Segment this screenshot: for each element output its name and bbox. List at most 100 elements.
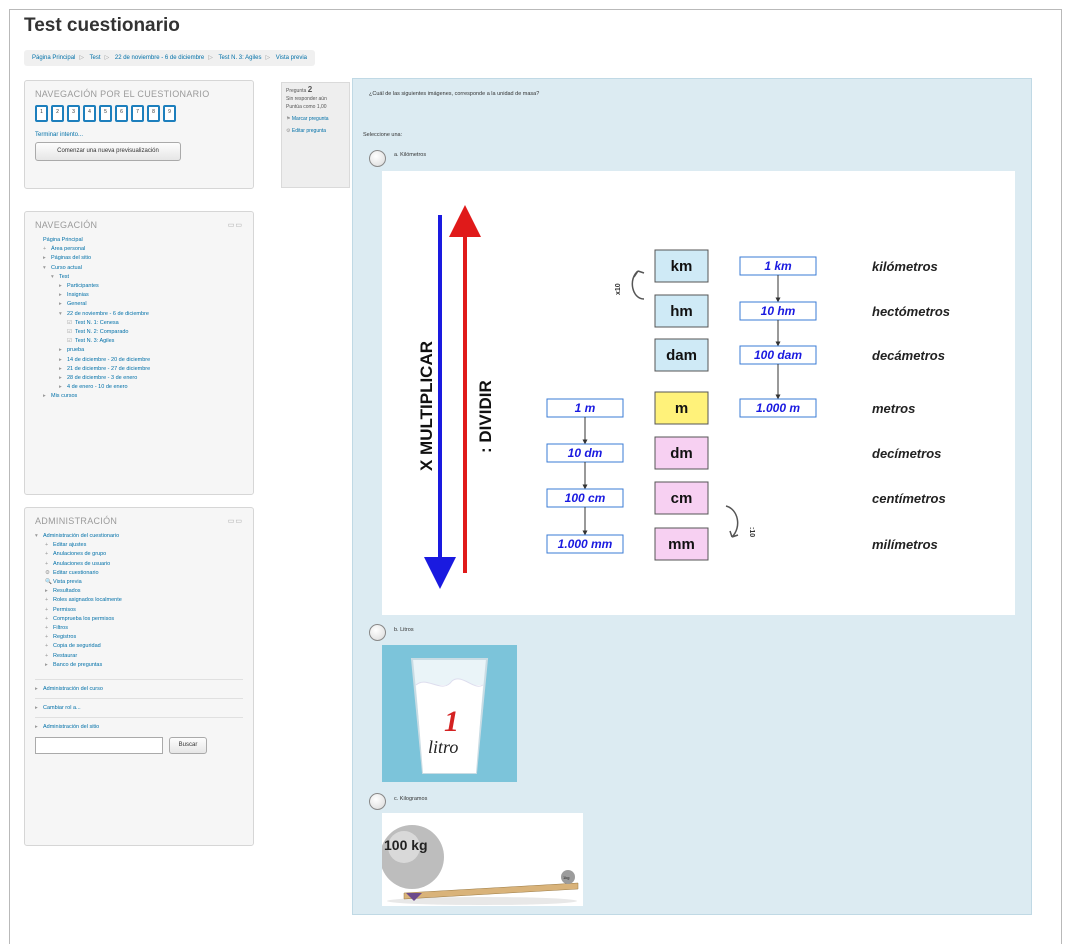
nav-item-label[interactable]: Test [59,274,69,280]
finish-attempt-link[interactable]: Terminar intento... [35,132,83,138]
nav-item[interactable]: ▸ Insignias [35,291,243,300]
admin-item-label[interactable]: Comprueba los permisos [53,616,114,622]
nav-item[interactable]: ▸ Mis cursos [35,392,243,401]
nav-item-label[interactable]: prueba [67,347,84,353]
admin-extra-label[interactable]: Administración del curso [43,686,103,692]
admin-item-label[interactable]: Registros [53,634,76,640]
breadcrumb-section[interactable]: 22 de noviembre - 6 de diciembre [115,55,204,61]
option-b-radio[interactable] [369,624,386,641]
question-button-5[interactable]: 5 [99,105,112,122]
admin-item[interactable]: + Filtros [35,624,243,633]
question-button-1[interactable]: 1 [35,105,48,122]
block-controls-icon[interactable]: ▭▭ [228,517,243,525]
admin-item-label[interactable]: Restaurar [53,653,77,659]
admin-search-input[interactable] [35,737,163,755]
admin-item[interactable]: + Restaurar [35,652,243,661]
admin-item-label[interactable]: Administración del cuestionario [43,533,119,539]
question-button-8[interactable]: 8 [147,105,160,122]
admin-item-label[interactable]: Banco de preguntas [53,662,102,668]
option-a-radio[interactable] [369,150,386,167]
admin-item[interactable]: ▸ Banco de preguntas [35,661,243,670]
breadcrumb-preview[interactable]: Vista previa [276,55,307,61]
admin-item[interactable]: + Roles asignados localmente [35,596,243,605]
admin-item[interactable]: + Editar ajustes [35,541,243,550]
nav-item[interactable]: ▸ Participantes [35,282,243,291]
admin-item-label[interactable]: Vista previa [53,579,82,585]
option-c-radio[interactable] [369,793,386,810]
nav-item-label[interactable]: General [67,301,87,307]
admin-item[interactable]: + Anulaciones de usuario [35,560,243,569]
admin-item[interactable]: 🔍Vista previa [35,578,243,587]
nav-item-label[interactable]: Test N. 2: Comparado [75,329,129,335]
question-button-2[interactable]: 2 [51,105,64,122]
nav-item-label[interactable]: 21 de diciembre - 27 de diciembre [67,366,150,372]
nav-item[interactable]: ▾ 22 de noviembre - 6 de diciembre [35,310,243,319]
nav-item-label[interactable]: Insignias [67,292,89,298]
admin-search-button[interactable]: Buscar [169,737,207,755]
admin-item-label[interactable]: Resultados [53,588,81,594]
edit-question-link[interactable]: Editar pregunta [292,128,326,134]
admin-extra-item[interactable]: ▸ Administración del sitio [35,721,243,733]
admin-item[interactable]: + Permisos [35,606,243,615]
admin-extra-label[interactable]: Administración del sitio [43,724,99,730]
nav-item[interactable]: + Área personal [35,245,243,254]
flag-question-link[interactable]: Marcar pregunta [292,116,329,122]
admin-extra-label[interactable]: Cambiar rol a... [43,705,81,711]
nav-item[interactable]: ▸ 28 de diciembre - 3 de enero [35,374,243,383]
nav-item-label[interactable]: Test N. 3: Agiles [75,338,114,344]
nav-item-label[interactable]: Páginas del sitio [51,255,91,261]
option-b-label[interactable]: b. Litros [394,627,414,633]
option-a-label[interactable]: a. Kilómetros [394,152,426,158]
nav-item[interactable]: ▸ Páginas del sitio [35,254,243,263]
question-button-3[interactable]: 3 [67,105,80,122]
new-preview-button[interactable]: Comenzar una nueva previsualización [35,142,181,161]
nav-item-label[interactable]: Página Principal [43,237,83,243]
admin-item[interactable]: ▸ Resultados [35,587,243,596]
nav-item[interactable]: ▾ Curso actual [35,264,243,273]
nav-item-label[interactable]: Test N. 1: Cenesa [75,320,119,326]
admin-item-label[interactable]: Roles asignados localmente [53,597,122,603]
admin-item-label[interactable]: Anulaciones de grupo [53,551,106,557]
nav-item-label[interactable]: Participantes [67,283,99,289]
nav-item-label[interactable]: Curso actual [51,265,82,271]
admin-extra-item[interactable]: ▸ Administración del curso [35,683,243,695]
admin-item-label[interactable]: Editar ajustes [53,542,86,548]
admin-item[interactable]: + Registros [35,633,243,642]
admin-item-label[interactable]: Permisos [53,607,76,613]
nav-item[interactable]: Página Principal [35,236,243,245]
question-button-4[interactable]: 4 [83,105,96,122]
breadcrumb-home[interactable]: Página Principal [32,55,75,61]
question-button-7[interactable]: 7 [131,105,144,122]
nav-item-label[interactable]: 4 de enero - 10 de enero [67,384,128,390]
admin-item[interactable]: + Anulaciones de grupo [35,550,243,559]
block-controls-icon[interactable]: ▭▭ [228,221,243,229]
nav-item[interactable]: ☑ Test N. 3: Agiles [35,337,243,346]
nav-item[interactable]: ▸ 4 de enero - 10 de enero [35,383,243,392]
admin-item-label[interactable]: Copia de seguridad [53,643,101,649]
admin-item-label[interactable]: Editar cuestionario [53,570,99,576]
admin-item[interactable]: ▾ Administración del cuestionario [35,532,243,541]
nav-item[interactable]: ▸ General [35,300,243,309]
admin-item[interactable]: + Comprueba los permisos [35,615,243,624]
admin-extra-item[interactable]: ▸ Cambiar rol a... [35,702,243,714]
nav-item[interactable]: ▸ 14 de diciembre - 20 de diciembre [35,356,243,365]
nav-item-label[interactable]: Área personal [51,246,85,252]
nav-item-label[interactable]: 28 de diciembre - 3 de enero [67,375,137,381]
nav-item[interactable]: ▾ Test [35,273,243,282]
admin-item-label[interactable]: Filtros [53,625,68,631]
admin-item-label[interactable]: Anulaciones de usuario [53,561,110,567]
admin-item[interactable]: + Copia de seguridad [35,642,243,651]
breadcrumb-quiz[interactable]: Test N. 3: Agiles [218,55,261,61]
breadcrumb-course[interactable]: Test [90,55,101,61]
admin-item[interactable]: ⚙ Editar cuestionario [35,569,243,578]
option-c-label[interactable]: c. Kilogramos [394,796,427,802]
nav-item-label[interactable]: 14 de diciembre - 20 de diciembre [67,357,150,363]
nav-item[interactable]: ▸ prueba [35,346,243,355]
question-button-9[interactable]: 9 [163,105,176,122]
nav-item-label[interactable]: Mis cursos [51,393,77,399]
nav-item[interactable]: ☑ Test N. 2: Comparado [35,328,243,337]
nav-item[interactable]: ▸ 21 de diciembre - 27 de diciembre [35,365,243,374]
question-button-6[interactable]: 6 [115,105,128,122]
nav-item[interactable]: ☑ Test N. 1: Cenesa [35,319,243,328]
nav-item-label[interactable]: 22 de noviembre - 6 de diciembre [67,311,149,317]
